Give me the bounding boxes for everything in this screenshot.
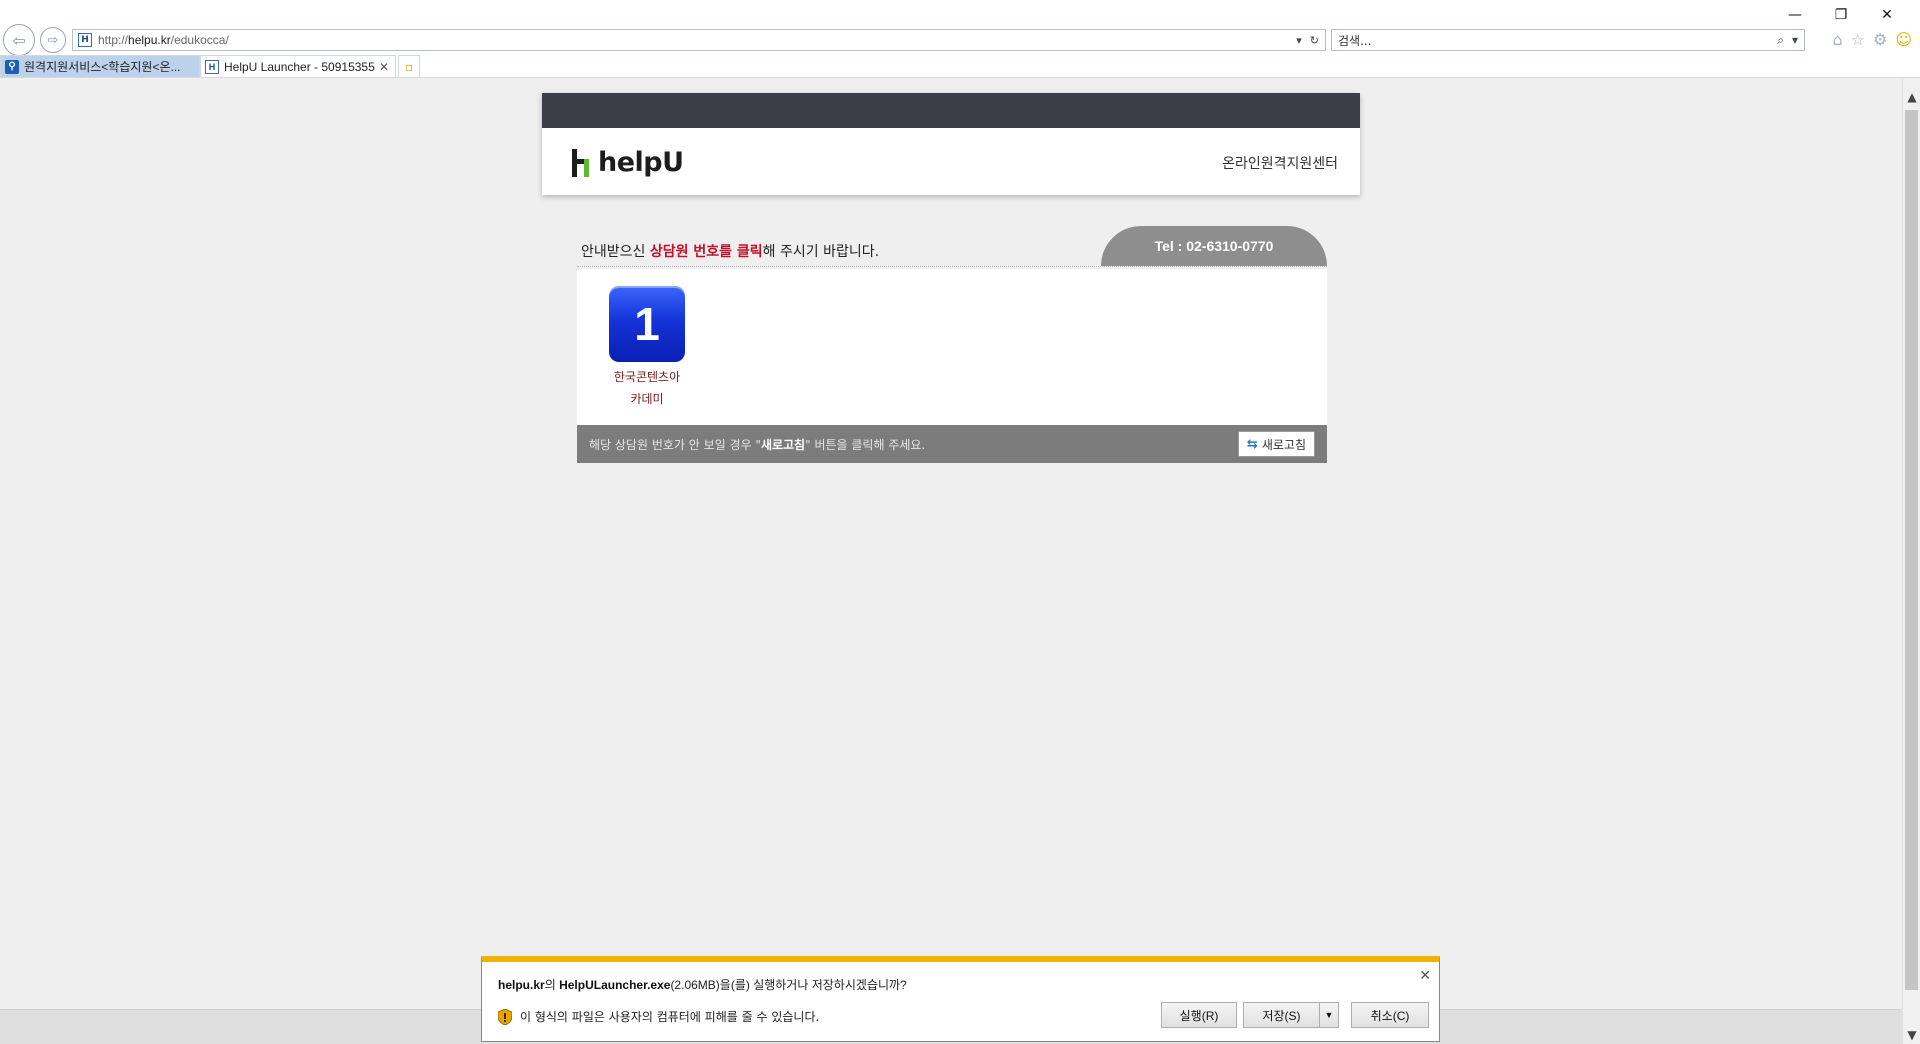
panel-header: 안내받으신 상담원 번호를 클릭해 주시기 바랍니다. Tel : 02-631…	[577, 226, 1327, 268]
site-favicon-icon: H	[78, 33, 92, 47]
download-close-icon[interactable]: ✕	[1419, 968, 1431, 984]
address-bar[interactable]: H http://helpu.kr/edukocca/ ▾ ↻	[72, 29, 1326, 51]
tab-close-icon[interactable]: ✕	[375, 60, 389, 74]
instruction-text: 안내받으신 상담원 번호를 클릭해 주시기 바랍니다.	[581, 244, 880, 260]
tab-remote-support[interactable]: ⚲ 원격지원서비스<학습지원<온...	[0, 55, 200, 77]
counselor-list: 1 한국콘텐츠아 카데미	[577, 269, 1327, 425]
save-button-group: 저장(S) ▼	[1243, 1002, 1339, 1028]
panel-footer: 해당 상담원 번호가 안 보일 경우 "새로고침" 버튼을 클릭해 주세요. ⇆…	[577, 425, 1327, 463]
site-header: helpU 온라인원격지원센터	[542, 93, 1360, 195]
security-shield-icon	[498, 1008, 512, 1025]
home-icon[interactable]: ⌂	[1832, 30, 1842, 49]
tab-label: HelpU Launcher - 50915355	[224, 59, 375, 74]
address-dropdown-icon[interactable]: ▾	[1296, 34, 1302, 47]
download-warning: 이 형식의 파일은 사용자의 컴퓨터에 피해를 줄 수 있습니다.	[498, 1008, 819, 1025]
cancel-button[interactable]: 취소(C)	[1351, 1002, 1429, 1028]
counselor-panel: 안내받으신 상담원 번호를 클릭해 주시기 바랍니다. Tel : 02-631…	[577, 226, 1327, 463]
location-pin-icon: ⚲	[5, 59, 19, 74]
helpu-favicon-icon: H	[205, 59, 219, 74]
new-tab-icon: ▫	[404, 59, 414, 74]
search-input[interactable]: 검색...	[1338, 32, 1777, 49]
search-box[interactable]: 검색... ⌕ ▾	[1331, 29, 1805, 51]
tab-strip: ⚲ 원격지원서비스<학습지원<온... H HelpU Launcher - 5…	[0, 55, 420, 77]
refresh-button[interactable]: ⇆ 새로고침	[1237, 431, 1315, 457]
tab-label: 원격지원서비스<학습지원<온...	[24, 60, 181, 74]
warning-text: 이 형식의 파일은 사용자의 컴퓨터에 피해를 줄 수 있습니다.	[520, 1010, 820, 1024]
favorites-star-icon[interactable]: ☆	[1851, 30, 1865, 49]
logo-text: helpU	[598, 147, 684, 178]
run-button[interactable]: 실행(R)	[1161, 1002, 1237, 1028]
address-url[interactable]: http://helpu.kr/edukocca/	[98, 33, 1296, 47]
settings-gear-icon[interactable]: ⚙	[1873, 30, 1887, 49]
site-topbar	[542, 93, 1360, 128]
restore-button[interactable]: ❐	[1818, 4, 1864, 26]
refresh-hint-text: 해당 상담원 번호가 안 보일 경우 "새로고침" 버튼을 클릭해 주세요.	[589, 437, 926, 452]
dotted-divider	[577, 266, 1327, 267]
counselor-name[interactable]: 한국콘텐츠아 카데미	[607, 366, 687, 410]
download-question: helpu.kr의 HelpULauncher.exe(2.06MB)을(를) …	[498, 978, 907, 992]
forward-arrow-icon: ⇨	[47, 32, 59, 48]
page-viewport: helpU 온라인원격지원센터 안내받으신 상담원 번호를 클릭해 주시기 바랍…	[0, 78, 1902, 1044]
refresh-button-label: 새로고침	[1261, 437, 1306, 452]
counselor-item[interactable]: 1 한국콘텐츠아 카데미	[607, 286, 687, 410]
save-button[interactable]: 저장(S)	[1243, 1002, 1319, 1028]
counselor-number-button[interactable]: 1	[609, 286, 685, 362]
close-window-button[interactable]: ✕	[1864, 4, 1910, 26]
helpu-logo[interactable]: helpU	[570, 147, 684, 178]
forward-button[interactable]: ⇨	[40, 27, 66, 53]
download-notification-bar: helpu.kr의 HelpULauncher.exe(2.06MB)을(를) …	[481, 956, 1440, 1042]
phone-number-tab: Tel : 02-6310-0770	[1101, 226, 1327, 266]
scroll-up-icon[interactable]: ▲	[1903, 88, 1920, 106]
save-options-dropdown[interactable]: ▼	[1319, 1002, 1339, 1028]
tab-helpu-launcher[interactable]: H HelpU Launcher - 50915355 ✕	[200, 55, 396, 77]
feedback-smiley-icon[interactable]: ☺	[1895, 30, 1912, 49]
search-dropdown-icon[interactable]: ▾	[1792, 33, 1798, 48]
search-icon[interactable]: ⌕	[1777, 33, 1784, 48]
header-subtitle: 온라인원격지원센터	[1222, 156, 1338, 172]
new-tab-button[interactable]: ▫	[398, 55, 420, 77]
browser-chrome: — ❐ ✕ ⇦ ⇨ H http://helpu.kr/edukocca/ ▾ …	[0, 0, 1920, 78]
scroll-down-icon[interactable]: ▼	[1903, 1026, 1920, 1044]
scroll-thumb[interactable]	[1905, 110, 1918, 990]
minimize-button[interactable]: —	[1772, 4, 1818, 26]
toolbar-icons: ⌂ ☆ ⚙ ☺	[1832, 30, 1912, 49]
refresh-arrows-icon: ⇆	[1246, 436, 1258, 452]
helpu-logo-icon	[570, 148, 594, 177]
window-controls: — ❐ ✕	[1772, 4, 1910, 26]
vertical-scrollbar[interactable]: ▲ ▼	[1902, 78, 1920, 1044]
refresh-icon[interactable]: ↻	[1310, 34, 1319, 47]
back-arrow-icon: ⇦	[12, 30, 26, 50]
back-button[interactable]: ⇦	[3, 24, 35, 56]
download-actions: 실행(R) 저장(S) ▼ 취소(C)	[1161, 1002, 1429, 1028]
